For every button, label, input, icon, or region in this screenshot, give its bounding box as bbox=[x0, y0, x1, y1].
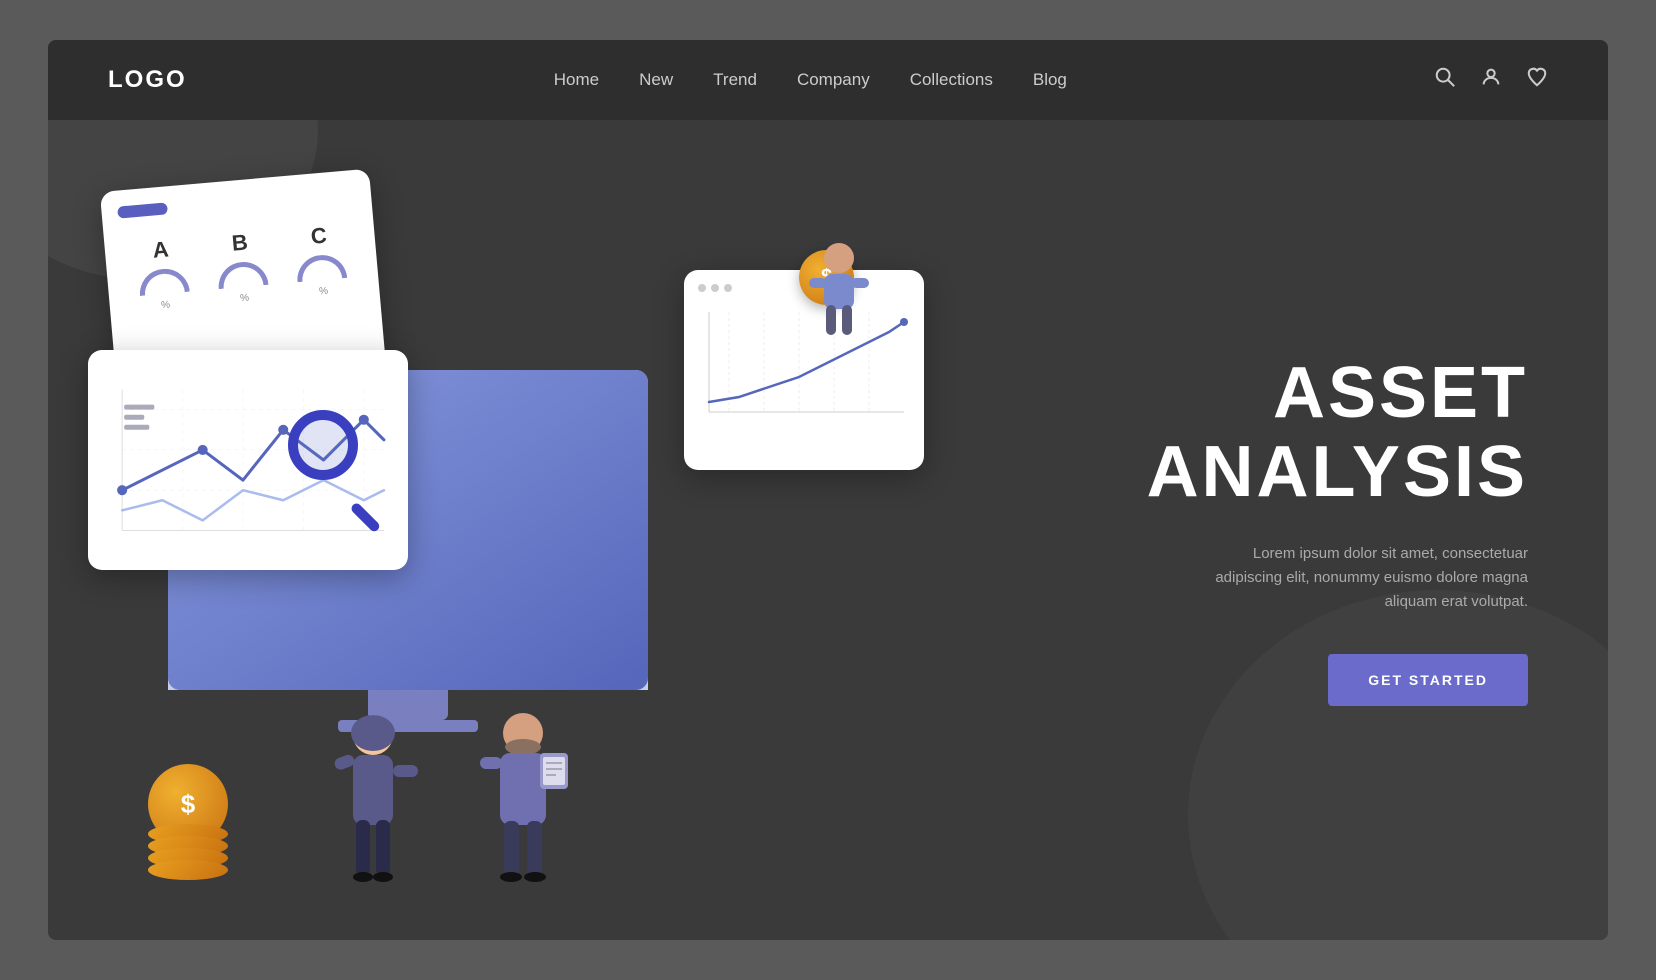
navbar: LOGO Home New Trend Company Collections … bbox=[48, 40, 1608, 120]
logo: LOGO bbox=[108, 66, 187, 94]
nav-item-trend[interactable]: Trend bbox=[713, 70, 757, 89]
abc-col-c: C % bbox=[293, 221, 349, 299]
abc-pct-c: % bbox=[319, 286, 329, 298]
coin-stack: $ bbox=[148, 764, 228, 880]
hero-title: ASSET ANALYSIS bbox=[1147, 354, 1528, 512]
page-frame: LOGO Home New Trend Company Collections … bbox=[48, 40, 1608, 940]
abc-col-b: B % bbox=[214, 228, 270, 306]
abc-label-c: C bbox=[310, 223, 328, 250]
main-content: A % B % C % bbox=[48, 120, 1608, 940]
magnifier-lens bbox=[288, 410, 358, 480]
search-icon[interactable] bbox=[1434, 66, 1456, 94]
person-woman bbox=[328, 705, 418, 910]
abc-pct-a: % bbox=[161, 299, 171, 311]
hero-title-line1: ASSET bbox=[1273, 353, 1528, 433]
get-started-button[interactable]: GET STARTED bbox=[1328, 654, 1528, 706]
gauge-b bbox=[217, 260, 269, 289]
abc-pct-b: % bbox=[240, 293, 250, 305]
dot-1 bbox=[698, 284, 706, 292]
dot-2 bbox=[711, 284, 719, 292]
magnifier bbox=[288, 410, 388, 510]
right-content: ASSET ANALYSIS Lorem ipsum dolor sit ame… bbox=[984, 120, 1608, 940]
nav-icons bbox=[1434, 66, 1548, 94]
person-sitting bbox=[804, 240, 874, 345]
nav-item-home[interactable]: Home bbox=[554, 70, 599, 89]
dot-3 bbox=[724, 284, 732, 292]
abc-label-a: A bbox=[152, 236, 170, 263]
man-svg bbox=[478, 705, 568, 905]
card-abc-header bbox=[117, 202, 168, 218]
abc-label-b: B bbox=[231, 229, 249, 256]
gauge-c bbox=[296, 253, 348, 282]
coin-4 bbox=[148, 860, 228, 880]
card-abc-columns: A % B % C % bbox=[119, 212, 363, 314]
nav-item-company[interactable]: Company bbox=[797, 70, 870, 89]
abc-col-a: A % bbox=[135, 235, 191, 313]
hero-title-line2: ANALYSIS bbox=[1147, 432, 1528, 512]
person-man bbox=[478, 705, 568, 910]
gauge-a bbox=[137, 267, 189, 296]
hero-description: Lorem ipsum dolor sit amet, consectetuar… bbox=[1208, 542, 1528, 614]
nav-item-blog[interactable]: Blog bbox=[1033, 70, 1067, 89]
woman-svg bbox=[328, 705, 418, 905]
nav-item-collections[interactable]: Collections bbox=[910, 70, 993, 89]
illustration-area: A % B % C % bbox=[48, 120, 984, 940]
nav-links: Home New Trend Company Collections Blog bbox=[554, 70, 1067, 90]
user-icon[interactable] bbox=[1480, 66, 1502, 94]
sitting-person-svg bbox=[804, 240, 874, 340]
heart-icon[interactable] bbox=[1526, 66, 1548, 94]
nav-item-new[interactable]: New bbox=[639, 70, 673, 89]
